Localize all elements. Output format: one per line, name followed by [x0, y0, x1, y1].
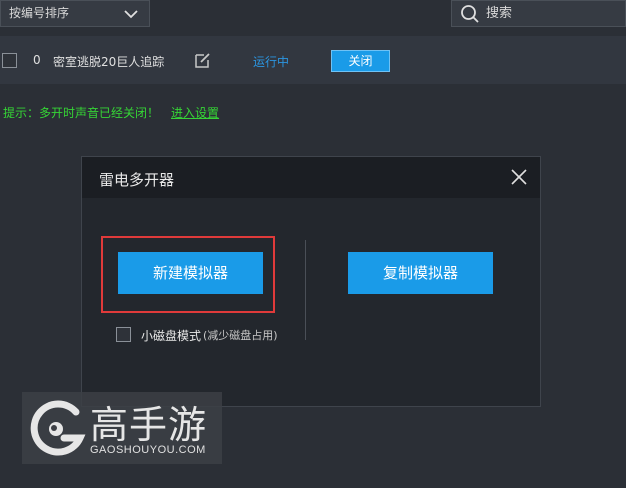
dialog-title: 雷电多开器	[99, 171, 175, 189]
gaoshouyou-logo-icon	[30, 400, 86, 456]
instance-status: 运行中	[253, 55, 290, 69]
sort-select-label: 按编号排序	[9, 6, 70, 20]
close-instance-button[interactable]: 关闭	[331, 50, 390, 72]
row-checkbox[interactable]	[2, 53, 17, 68]
hint-text: 提示：多开时声音已经关闭！	[3, 106, 160, 120]
search-input[interactable]: 搜索	[451, 0, 626, 27]
edit-icon[interactable]	[194, 52, 211, 69]
table-row: 0 密室逃脱20巨人追踪 运行中 关闭	[0, 36, 626, 84]
copy-emulator-button[interactable]: 复制模拟器	[348, 252, 493, 294]
watermark: 高手游 GAOSHOUYOU.COM	[22, 392, 222, 464]
hint-bar: 提示：多开时声音已经关闭！ 进入设置	[3, 104, 219, 121]
instance-name: 密室逃脱20巨人追踪	[53, 55, 165, 69]
watermark-domain: GAOSHOUYOU.COM	[90, 444, 206, 456]
new-emulator-button[interactable]: 新建模拟器	[118, 252, 263, 294]
settings-link[interactable]: 进入设置	[171, 106, 219, 120]
small-disk-checkbox[interactable]	[116, 327, 131, 342]
multi-instance-dialog: 雷电多开器 新建模拟器 复制模拟器 小磁盘模式 (减少磁盘占用)	[81, 156, 541, 407]
instance-index: 0	[33, 53, 41, 67]
search-placeholder: 搜索	[486, 6, 513, 21]
dialog-header: 雷电多开器	[82, 157, 540, 198]
search-icon	[461, 5, 479, 23]
watermark-brand: 高手游	[90, 403, 208, 447]
divider	[305, 240, 306, 340]
toolbar: 按编号排序 搜索	[0, 0, 626, 30]
sort-select[interactable]: 按编号排序	[0, 0, 150, 27]
close-icon[interactable]	[510, 168, 528, 186]
chevron-down-icon	[124, 10, 138, 19]
small-disk-note: (减少磁盘占用)	[203, 329, 278, 342]
